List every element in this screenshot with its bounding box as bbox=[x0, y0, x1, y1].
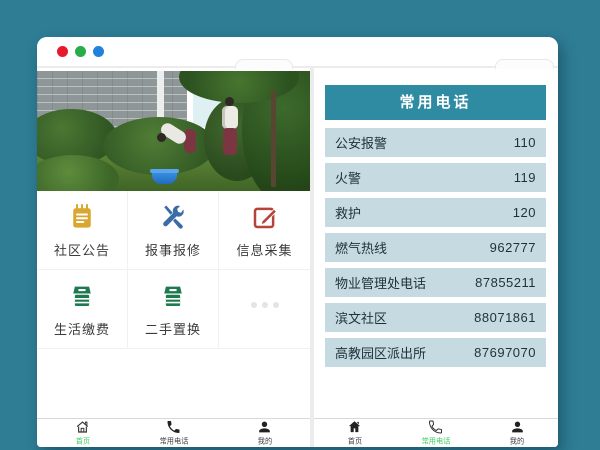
phone-list-item[interactable]: 救护 120 bbox=[325, 198, 546, 227]
phone-icon bbox=[429, 420, 443, 434]
photo-person-bending bbox=[156, 113, 206, 167]
phone-name: 救护 bbox=[335, 206, 362, 221]
screen-top-tab-left bbox=[235, 59, 293, 69]
home-screen-panel: 社区公告 报事报修 信息采集 生活缴费 二手置换 首页 常用电话 我的 bbox=[37, 68, 310, 447]
notepad-icon bbox=[73, 203, 91, 228]
phone-list-item[interactable]: 物业管理处电话 87855211 bbox=[325, 268, 546, 297]
user-icon bbox=[511, 421, 523, 433]
browser-toolbar bbox=[37, 37, 558, 68]
user-icon bbox=[259, 421, 270, 433]
tab-mine[interactable]: 我的 bbox=[477, 419, 558, 447]
phone-name: 高教园区派出所 bbox=[335, 346, 427, 361]
more-dots-icon bbox=[250, 302, 279, 308]
tab-common-phones[interactable]: 常用电话 bbox=[395, 419, 476, 447]
phone-name: 物业管理处电话 bbox=[335, 276, 427, 291]
phone-number: 87855211 bbox=[475, 275, 536, 290]
phone-name: 火警 bbox=[335, 171, 362, 186]
tab-label: 常用电话 bbox=[159, 437, 188, 446]
photo-person-standing bbox=[220, 97, 242, 159]
grid-item-label: 报事报修 bbox=[144, 242, 201, 258]
grid-item-info-collect[interactable]: 信息采集 bbox=[219, 191, 310, 270]
browser-window: 社区公告 报事报修 信息采集 生活缴费 二手置换 首页 常用电话 我的 常用电话… bbox=[37, 37, 558, 447]
repair-tools-icon bbox=[163, 205, 184, 229]
tab-label: 我的 bbox=[257, 437, 272, 446]
grid-item-label: 信息采集 bbox=[236, 242, 293, 258]
tab-label: 首页 bbox=[347, 437, 362, 446]
grid-item-community-notice[interactable]: 社区公告 bbox=[37, 191, 128, 270]
tab-label: 我的 bbox=[510, 437, 525, 446]
maximize-window-dot[interactable] bbox=[93, 46, 104, 57]
tab-label: 常用电话 bbox=[421, 437, 451, 446]
tab-mine[interactable]: 我的 bbox=[219, 419, 310, 447]
close-window-dot[interactable] bbox=[57, 46, 68, 57]
phone-number: 87697070 bbox=[474, 345, 536, 360]
tab-common-phones[interactable]: 常用电话 bbox=[128, 419, 219, 447]
phone-name: 公安报警 bbox=[335, 136, 388, 151]
tabbar-home-screen: 首页 常用电话 我的 bbox=[37, 418, 310, 447]
phone-number: 962777 bbox=[489, 240, 536, 255]
phone-number: 88071861 bbox=[474, 310, 536, 325]
phone-name: 滨文社区 bbox=[335, 311, 388, 326]
tab-home[interactable]: 首页 bbox=[37, 419, 128, 447]
grid-item-label: 二手置换 bbox=[144, 321, 201, 337]
feature-grid: 社区公告 报事报修 信息采集 生活缴费 二手置换 bbox=[37, 191, 310, 349]
phone-list-item[interactable]: 高教园区派出所 87697070 bbox=[325, 338, 546, 367]
grid-item-life-payment[interactable]: 生活缴费 bbox=[37, 270, 128, 349]
phone-list: 公安报警 110 火警 119 救护 120 燃气热线 962777 物业管理处… bbox=[325, 128, 546, 367]
phone-list-item[interactable]: 火警 119 bbox=[325, 163, 546, 192]
page-title: 常用电话 bbox=[325, 85, 546, 120]
photo-blue-bucket bbox=[149, 169, 179, 184]
window-content: 社区公告 报事报修 信息采集 生活缴费 二手置换 首页 常用电话 我的 常用电话… bbox=[37, 59, 558, 447]
phone-list-item[interactable]: 公安报警 110 bbox=[325, 128, 546, 157]
tab-label: 首页 bbox=[75, 437, 90, 446]
phone-number: 120 bbox=[512, 205, 536, 220]
home-icon bbox=[349, 421, 361, 433]
phone-number: 119 bbox=[513, 170, 536, 185]
desktop-background: 社区公告 报事报修 信息采集 生活缴费 二手置换 首页 常用电话 我的 常用电话… bbox=[0, 0, 600, 450]
photo-tree-trunk bbox=[271, 91, 276, 187]
grid-item-more[interactable] bbox=[219, 270, 310, 349]
phone-icon bbox=[167, 421, 180, 433]
community-photo-banner[interactable] bbox=[37, 71, 310, 191]
grid-item-secondhand-exchange[interactable]: 二手置换 bbox=[128, 270, 219, 349]
exchange-box-icon bbox=[164, 286, 182, 306]
payment-box-icon bbox=[73, 286, 91, 306]
minimize-window-dot[interactable] bbox=[75, 46, 86, 57]
grid-item-label: 社区公告 bbox=[53, 242, 110, 258]
screen-top-tab-right bbox=[495, 59, 554, 69]
grid-item-label: 生活缴费 bbox=[53, 321, 110, 337]
phone-number: 110 bbox=[513, 135, 536, 150]
tab-home[interactable]: 首页 bbox=[314, 419, 395, 447]
grid-item-report-repair[interactable]: 报事报修 bbox=[128, 191, 219, 270]
edit-square-icon bbox=[253, 207, 277, 228]
tabbar-phone-screen: 首页 常用电话 我的 bbox=[314, 418, 558, 447]
phone-list-panel: 常用电话 公安报警 110 火警 119 救护 120 燃气热线 962777 … bbox=[314, 68, 558, 447]
phone-name: 燃气热线 bbox=[335, 241, 388, 256]
home-icon bbox=[76, 421, 89, 433]
phone-list-item[interactable]: 燃气热线 962777 bbox=[325, 233, 546, 262]
phone-list-item[interactable]: 滨文社区 88071861 bbox=[325, 303, 546, 332]
